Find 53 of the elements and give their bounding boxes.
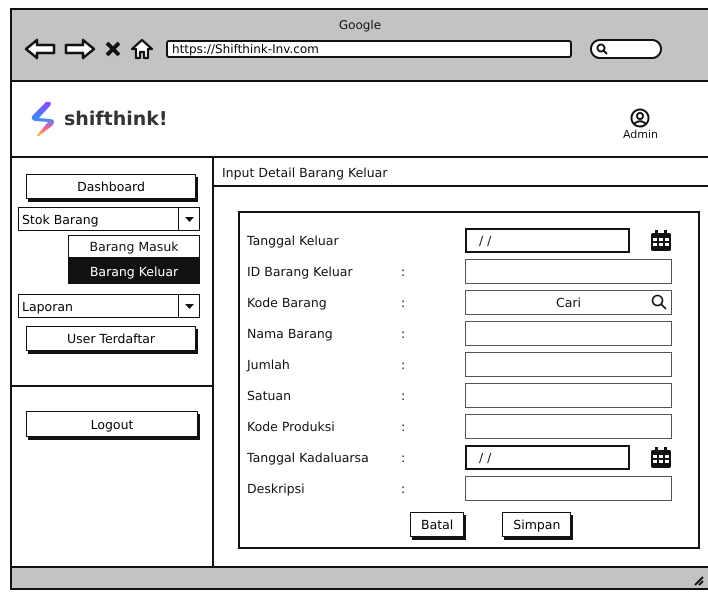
input-field[interactable]	[465, 321, 672, 346]
forward-icon[interactable]	[64, 38, 96, 60]
caret-icon	[184, 216, 194, 222]
colon: :	[401, 357, 406, 372]
page-title: Input Detail Barang Keluar	[214, 158, 708, 187]
menu-button[interactable]: Dashboard	[26, 174, 196, 199]
field-label: Satuan	[247, 388, 292, 403]
brand-name: shifthink!	[64, 108, 168, 130]
menu-button[interactable]: User Terdaftar	[26, 326, 196, 351]
user-name: Admin	[622, 128, 658, 140]
window-title: Google	[338, 17, 382, 32]
colon: :	[401, 264, 406, 279]
colon: :	[401, 481, 406, 496]
input-field[interactable]	[465, 476, 672, 501]
menu-dropdown[interactable]: Stok Barang	[18, 207, 200, 231]
field-label: Nama Barang	[247, 326, 334, 341]
close-icon[interactable]	[104, 40, 122, 58]
date-field[interactable]: / /	[465, 228, 630, 253]
calendar-icon[interactable]	[650, 446, 672, 468]
menu-dropdown[interactable]: Laporan	[18, 294, 200, 318]
user-icon[interactable]	[630, 108, 650, 128]
logout-button[interactable]: Logout	[26, 411, 198, 437]
input-field[interactable]	[465, 259, 672, 284]
field-label: Tanggal Keluar	[247, 233, 340, 248]
colon: :	[401, 419, 406, 434]
search-field[interactable]: Cari	[465, 290, 672, 315]
input-field[interactable]	[465, 414, 672, 439]
submenu-item[interactable]: Barang Keluar	[68, 258, 200, 284]
colon: :	[401, 295, 406, 310]
date-field[interactable]: / /	[465, 445, 630, 470]
colon: :	[401, 450, 406, 465]
calendar-icon[interactable]	[650, 230, 672, 252]
caret-icon	[184, 304, 194, 308]
search-field[interactable]	[590, 39, 662, 59]
search-icon	[596, 43, 608, 55]
form-button[interactable]: Batal	[410, 512, 464, 537]
field-label: ID Barang Keluar	[247, 264, 354, 279]
form-button[interactable]: Simpan	[502, 512, 572, 537]
colon: :	[401, 388, 406, 403]
resize-grip-icon[interactable]	[692, 574, 704, 586]
field-label: Kode Barang	[247, 295, 328, 310]
input-field[interactable]	[465, 352, 672, 377]
colon: :	[401, 326, 406, 341]
submenu-item[interactable]: Barang Masuk	[68, 235, 200, 258]
url-field[interactable]: https://Shifthink-Inv.com	[166, 40, 572, 58]
field-label: Tanggal Kadaluarsa	[247, 450, 370, 465]
field-label: Jumlah	[247, 357, 291, 372]
search-icon	[651, 294, 667, 310]
input-field[interactable]	[465, 383, 672, 408]
back-icon[interactable]	[24, 38, 56, 60]
home-icon[interactable]	[130, 38, 154, 60]
field-label: Kode Produksi	[247, 419, 336, 434]
field-label: Deskripsi	[247, 481, 306, 496]
